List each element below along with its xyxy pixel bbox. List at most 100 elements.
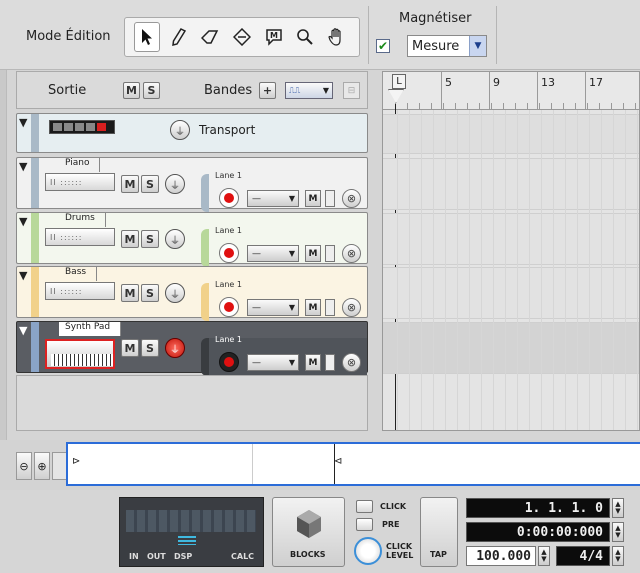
note-lane[interactable]: Lane 1 — ▼ M ⊗	[201, 171, 367, 212]
collapse-triangle-icon[interactable]: ▼	[19, 269, 27, 282]
track-piano[interactable]: ▼ Piano II :::::: M S ⏚ Lane 1 — ▼ M ⊗	[16, 157, 368, 212]
delete-lane-icon[interactable]: ⊗	[342, 189, 361, 208]
track-solo-button[interactable]: S	[141, 339, 159, 357]
song-position-marker[interactable]	[388, 89, 404, 103]
lane-select[interactable]: — ▼	[247, 245, 299, 262]
track-solo-button[interactable]: S	[141, 175, 159, 193]
track-mute-button[interactable]: M	[121, 175, 139, 193]
synth-keyboard-icon[interactable]	[45, 339, 115, 369]
track-name: Piano	[59, 158, 101, 172]
track-monitor-icon[interactable]: ⏚	[165, 174, 185, 194]
eraser-tool-icon[interactable]	[197, 22, 223, 52]
track-solo-button[interactable]: S	[141, 284, 159, 302]
lane-mute-button[interactable]: M	[305, 245, 321, 262]
track-drums[interactable]: ▼ Drums II :::::: M S ⏚ Lane 1 — ▼ M ⊗	[16, 212, 368, 267]
svg-text:M: M	[270, 31, 278, 40]
song-position-display[interactable]: 1. 1. 1. 0	[466, 498, 610, 518]
delete-lane-icon[interactable]: ⊗	[342, 244, 361, 263]
meter-in-label: IN	[129, 552, 139, 561]
loop-left-marker[interactable]: L	[392, 74, 406, 89]
chevron-down-icon: ▼	[288, 358, 295, 367]
lane-select[interactable]: — ▼	[247, 190, 299, 207]
device-mini-panel[interactable]: II ::::::	[45, 228, 115, 246]
song-overview[interactable]: ⊳ ⊲	[66, 442, 640, 486]
track-monitor-icon[interactable]: ⏚	[165, 338, 185, 358]
lane-view-select[interactable]: ⎍⎍ ▼	[285, 82, 333, 99]
track-solo-button[interactable]: S	[141, 230, 159, 248]
track-mute-button[interactable]: M	[121, 230, 139, 248]
lane-mute-button[interactable]: M	[305, 354, 321, 371]
razor-tool-icon[interactable]	[229, 22, 255, 52]
collapse-triangle-icon[interactable]: ▼	[19, 160, 27, 173]
track-monitor-icon[interactable]: ⏚	[165, 283, 185, 303]
device-mini-panel[interactable]: II ::::::	[45, 173, 115, 191]
mute-tool-icon[interactable]: M	[261, 22, 287, 52]
pencil-tool-icon[interactable]	[166, 22, 192, 52]
zoom-in-icon[interactable]: ⊕	[34, 452, 50, 480]
lane-mute-button[interactable]: M	[305, 299, 321, 316]
add-lane-button[interactable]: +	[259, 82, 276, 99]
bar-number: 13	[541, 76, 555, 89]
snap-checkbox[interactable]: ✔	[376, 39, 390, 53]
delete-lane-icon[interactable]: ⊗	[342, 353, 361, 372]
click-toggle[interactable]	[356, 500, 373, 513]
note-lane[interactable]: Lane 1 — ▼ M ⊗	[201, 226, 367, 267]
track-bass[interactable]: ▼ Bass II :::::: M S ⏚ Lane 1 — ▼ M ⊗	[16, 266, 368, 321]
click-level-knob[interactable]	[354, 537, 382, 565]
blocks-button[interactable]: BLOCKS	[272, 497, 345, 567]
record-enable-button[interactable]	[219, 243, 239, 263]
track-synth-pad[interactable]: ▼ Synth Pad M S ⏚ Lane 1 — ▼ M ⊗	[16, 321, 368, 376]
transport-track[interactable]: ▼ ⏚ Transport	[16, 113, 368, 153]
record-enable-button[interactable]	[219, 188, 239, 208]
track-monitor-icon[interactable]: ⏚	[165, 229, 185, 249]
time-signature-display[interactable]: 4/4	[556, 546, 610, 566]
bar-ruler[interactable]: L 5 9 13 17	[383, 72, 639, 110]
ruler-tick	[467, 103, 468, 109]
record-enable-button[interactable]	[219, 297, 239, 317]
note-lane[interactable]: Lane 1 — ▼ M ⊗	[201, 335, 367, 376]
position-spinner[interactable]: ▲ ▼	[612, 498, 624, 518]
collapse-triangle-icon[interactable]: ▼	[19, 116, 27, 129]
lane-level-slider[interactable]	[325, 354, 335, 371]
grid-line	[541, 110, 542, 430]
tempo-field[interactable]: 100.000	[466, 546, 536, 566]
precount-toggle[interactable]	[356, 518, 373, 531]
tempo-spinner[interactable]: ▲ ▼	[538, 546, 550, 566]
note-lane[interactable]: Lane 1 — ▼ M ⊗	[201, 280, 367, 321]
ruler-tick	[431, 103, 432, 109]
time-spinner[interactable]: ▲ ▼	[612, 522, 624, 542]
lane-level-slider[interactable]	[325, 245, 335, 262]
loop-start-icon[interactable]: ⊳	[72, 456, 80, 467]
bar-number: 5	[445, 76, 452, 89]
meter-calc-label: CALC	[231, 552, 255, 561]
bar-number: 9	[493, 76, 500, 89]
lane-mute-button[interactable]: M	[305, 190, 321, 207]
record-enable-button[interactable]	[219, 352, 239, 372]
arrangement-view[interactable]: L 5 9 13 17	[382, 71, 640, 431]
track-mute-button[interactable]: M	[121, 284, 139, 302]
tap-tempo-button[interactable]: TAP	[420, 497, 458, 567]
collapse-triangle-icon[interactable]: ▼	[19, 215, 27, 228]
delete-lane-icon[interactable]: ⊗	[342, 298, 361, 317]
time-display[interactable]: 0:00:00:000	[466, 522, 610, 542]
loop-end-icon[interactable]: ⊲	[334, 456, 342, 467]
track-mute-button[interactable]: M	[121, 339, 139, 357]
lane-select[interactable]: — ▼	[247, 299, 299, 316]
lane-select[interactable]: — ▼	[247, 354, 299, 371]
collapse-triangle-icon[interactable]: ▼	[19, 324, 27, 337]
signature-spinner[interactable]: ▲ ▼	[612, 546, 624, 566]
track-list-empty-area[interactable]	[16, 375, 368, 431]
zoom-out-icon[interactable]: ⊖	[16, 452, 32, 480]
lane-options-button[interactable]: ⊟	[343, 82, 360, 99]
lane-level-slider[interactable]	[325, 190, 335, 207]
snap-value-select[interactable]: Mesure ▼	[407, 35, 487, 57]
waveform-icon: ⎍⎍	[289, 85, 301, 95]
grid-line	[637, 110, 638, 430]
hand-tool-icon[interactable]	[324, 22, 350, 52]
solo-all-button[interactable]: S	[143, 82, 160, 99]
arrow-tool-icon[interactable]	[133, 22, 160, 52]
magnify-tool-icon[interactable]	[292, 22, 318, 52]
lane-level-slider[interactable]	[325, 299, 335, 316]
device-mini-panel[interactable]: II ::::::	[45, 282, 115, 300]
mute-all-button[interactable]: M	[123, 82, 140, 99]
